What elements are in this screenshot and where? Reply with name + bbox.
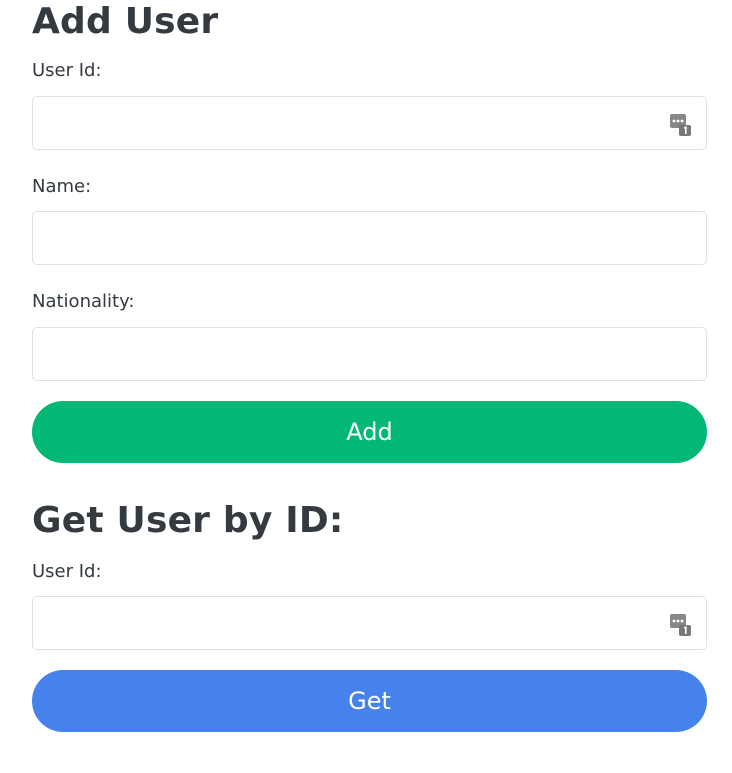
add-user-id-label: User Id: <box>32 60 102 81</box>
add-user-id-input[interactable] <box>33 97 653 149</box>
get-user-id-field-container <box>32 596 707 650</box>
add-user-nationality-input[interactable] <box>33 328 653 380</box>
get-user-title: Get User by ID: <box>32 500 344 541</box>
add-user-nationality-label: Nationality: <box>32 291 135 312</box>
add-user-nationality-field-container <box>32 327 707 381</box>
add-button[interactable]: Add <box>32 401 707 463</box>
add-user-id-field-container <box>32 96 707 150</box>
get-user-id-label: User Id: <box>32 561 102 582</box>
add-user-name-field-container <box>32 211 707 265</box>
get-button[interactable]: Get <box>32 670 707 732</box>
add-user-title: Add User <box>32 1 219 42</box>
add-user-name-input[interactable] <box>33 212 653 264</box>
numeric-input-icon[interactable] <box>670 112 692 136</box>
numeric-input-icon[interactable] <box>670 612 692 636</box>
get-user-id-input[interactable] <box>33 597 653 649</box>
add-user-name-label: Name: <box>32 176 92 197</box>
